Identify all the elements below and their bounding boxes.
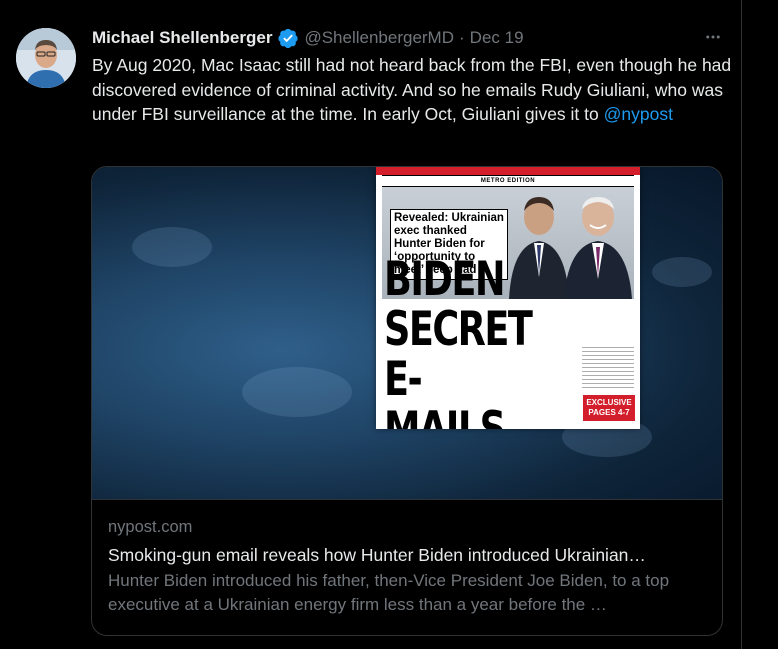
cover-edition-label: METRO EDITION xyxy=(382,175,634,187)
tweet-header: Michael Shellenberger @ShellenbergerMD ·… xyxy=(92,26,524,50)
column-divider xyxy=(741,0,742,649)
header-separator: · xyxy=(459,28,465,47)
author-avatar[interactable] xyxy=(16,28,76,88)
verified-badge-icon xyxy=(277,27,299,49)
author-handle[interactable]: @ShellenbergerMD xyxy=(304,28,454,48)
cover-headline: BIDEN SECRET E-MAILS xyxy=(384,252,533,430)
cover-masthead-bar xyxy=(376,167,640,175)
cover-headline-line: BIDEN xyxy=(384,252,505,307)
cover-person-right xyxy=(564,197,632,299)
avatar-photo xyxy=(16,28,76,88)
tweet-text: By Aug 2020, Mac Isaac still had not hea… xyxy=(92,53,732,127)
tweet-page: Michael Shellenberger @ShellenbergerMD ·… xyxy=(0,0,778,649)
cover-exclusive-badge: EXCLUSIVE PAGES 4-7 xyxy=(583,395,635,421)
tweet-date[interactable]: Dec 19 xyxy=(470,28,524,48)
cover-body-text xyxy=(582,347,634,391)
more-horizontal-icon[interactable] xyxy=(700,24,726,50)
cover-headline-line: SECRET xyxy=(384,302,533,357)
card-meta[interactable]: nypost.com Smoking-gun email reveals how… xyxy=(92,499,722,635)
cover-headline-line: E-MAILS xyxy=(384,352,506,430)
newspaper-cover: METRO EDITION Revealed: Ukrainian exec t… xyxy=(376,167,640,429)
mention-link[interactable]: @nypost xyxy=(604,104,673,124)
card-domain: nypost.com xyxy=(108,518,193,536)
card-description: Hunter Biden introduced his father, then… xyxy=(108,571,670,614)
author-display-name[interactable]: Michael Shellenberger xyxy=(92,28,272,48)
card-title: Smoking-gun email reveals how Hunter Bid… xyxy=(108,545,646,565)
link-preview-card[interactable]: METRO EDITION Revealed: Ukrainian exec t… xyxy=(91,166,723,636)
card-image[interactable]: METRO EDITION Revealed: Ukrainian exec t… xyxy=(92,167,722,499)
